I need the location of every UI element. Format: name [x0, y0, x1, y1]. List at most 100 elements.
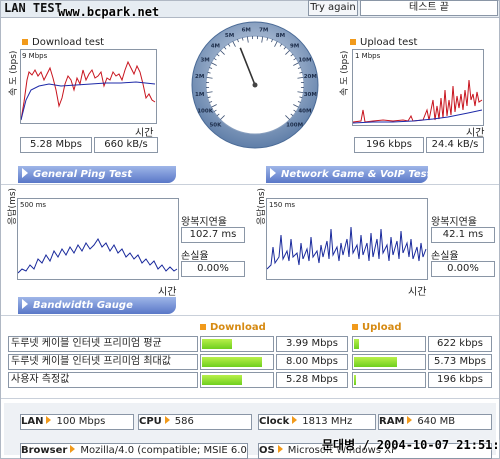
ping-left-chart [17, 198, 179, 280]
download-bar [200, 354, 274, 370]
upload-value: 5.73 Mbps [428, 354, 492, 370]
try-again-button[interactable]: Try again [308, 0, 358, 16]
download-bar [200, 336, 274, 352]
tab-bandwidth-gauge[interactable]: Bandwidth Gauge [18, 297, 176, 314]
download-test-title: Download test [22, 37, 104, 48]
tab-network-game-voip-test[interactable]: Network Game & VoIP Test [266, 166, 431, 183]
ping-left-rtt-label: 왕복지연율 [181, 217, 227, 228]
download-value: 8.00 Mbps [276, 354, 348, 370]
upload-bar [352, 372, 426, 388]
download-chart [20, 49, 157, 124]
download-bar-fill [202, 357, 262, 367]
upload-bar [352, 354, 426, 370]
ping-right-scale: 150 ms [269, 201, 296, 209]
upload-bar [352, 336, 426, 352]
download-bar-fill [202, 375, 242, 385]
gauge-label: 5M [225, 33, 234, 39]
ping-left-series-line [17, 238, 178, 274]
upload-bar-fill [354, 375, 356, 385]
arrow-right-icon [270, 168, 276, 178]
gauge-svg: 50K 100K 1M 2M 3M 4M 5M 6M 7M 8M 9M 10M 20M 30M 40M 100… [191, 21, 319, 149]
gauge-label: 30M [304, 92, 317, 98]
section-divider [1, 315, 499, 316]
orange-bullet-icon [350, 39, 356, 45]
download-value: 3.99 Mbps [276, 336, 348, 352]
upload-chart [352, 49, 484, 126]
bandwidth-row-label: 두루넷 케이블 인터넷 프리미엄 평균 [8, 336, 198, 352]
tab-general-ping-test[interactable]: General Ping Test [18, 166, 176, 183]
upload-bar-fill [354, 357, 397, 367]
section-divider [1, 184, 499, 185]
ping-left-loss-label: 손실율 [181, 251, 209, 262]
arrow-right-icon [164, 416, 170, 424]
bandwidth-upload-header: Upload [352, 322, 401, 333]
orange-bullet-icon [352, 324, 358, 330]
watermark-bottom: 문대병 / 2004-10-07 21:51:53 [322, 438, 500, 452]
gauge-label: 50K [209, 123, 222, 129]
download-y-axis: 속 도 (bps) [9, 50, 19, 96]
section-divider [1, 398, 499, 399]
ping-right-x-axis: 시간 [408, 287, 427, 298]
download-scale: 9 Mbps [22, 52, 48, 60]
ping-left-chart-svg [17, 238, 178, 274]
arrow-right-icon [22, 168, 28, 178]
gauge-label: 100K [197, 108, 213, 114]
ping-right-chart-svg [266, 226, 427, 270]
gauge-label: 100M [286, 123, 303, 129]
ping-left-loss-value: 0.00% [181, 261, 245, 277]
arrow-right-icon [70, 445, 76, 453]
upload-kBs-value: 24.4 kB/s [426, 137, 484, 153]
download-series-line [20, 60, 156, 121]
bandwidth-row-label: 두루넷 케이블 인터넷 프리미엄 최대값 [8, 354, 198, 370]
download-value: 5.28 Mbps [276, 372, 348, 388]
bandwidth-row-label: 사용자 측정값 [8, 372, 198, 388]
arrow-right-icon [292, 416, 298, 424]
app-title: LAN TEST [4, 1, 62, 15]
download-average-line [20, 81, 156, 121]
download-mbps-value: 5.28 Mbps [20, 137, 92, 153]
upload-kbps-value: 196 kbps [354, 137, 424, 153]
upload-chart-svg [352, 79, 483, 124]
download-chart-svg [20, 60, 156, 121]
ping-left-rtt-value: 102.7 ms [181, 227, 245, 243]
watermark-top: www.bcpark.net [58, 5, 160, 19]
browser-info: Browser Mozilla/4.0 (compatible; MSIE 6.0 [20, 443, 248, 459]
arrow-right-icon [407, 416, 413, 424]
gauge-label: 10M [298, 58, 311, 64]
ping-left-x-axis: 시간 [158, 287, 177, 298]
gauge-label: 20M [304, 74, 317, 80]
speed-gauge: 50K 100K 1M 2M 3M 4M 5M 6M 7M 8M 9M 10M 20M 30M 40M 100… [190, 20, 320, 150]
gauge-hub [252, 82, 258, 88]
ping-right-rtt-value: 42.1 ms [431, 227, 495, 243]
download-bar-fill [202, 339, 232, 349]
ping-left-scale: 500 ms [20, 201, 47, 209]
gauge-label: 8M [276, 33, 285, 39]
test-status: 테스트 끝 [360, 0, 498, 16]
download-bar [200, 372, 274, 388]
ping-right-loss-label: 손실율 [431, 251, 459, 262]
clock-info: Clock 1813 MHz [258, 414, 376, 430]
upload-value: 622 kbps [428, 336, 492, 352]
download-kBs-value: 660 kB/s [94, 137, 158, 153]
lan-info: LAN 100 Mbps [20, 414, 134, 430]
gauge-label: 9M [290, 43, 299, 49]
upload-scale: 1 Mbps [355, 52, 381, 60]
ram-info: RAM 640 MB [378, 414, 492, 430]
upload-bar-fill [354, 339, 359, 349]
upload-y-axis: 속 도 (bps) [340, 50, 350, 96]
ping-right-rtt-label: 왕복지연율 [431, 217, 477, 228]
gauge-label: 1M [195, 92, 204, 98]
upload-value: 196 kbps [428, 372, 492, 388]
arrow-right-icon [277, 445, 283, 453]
upload-test-title: Upload test [350, 37, 417, 48]
gauge-label: 40M [298, 108, 311, 114]
arrow-right-icon [22, 299, 28, 309]
arrow-right-icon [46, 416, 52, 424]
ping-right-loss-value: 0.00% [431, 261, 495, 277]
bandwidth-download-header: Download [200, 322, 266, 333]
gauge-label: 4M [211, 43, 220, 49]
orange-bullet-icon [22, 39, 28, 45]
upload-series-line [352, 79, 483, 123]
gauge-label: 2M [195, 74, 204, 80]
gauge-label: 3M [200, 58, 209, 64]
